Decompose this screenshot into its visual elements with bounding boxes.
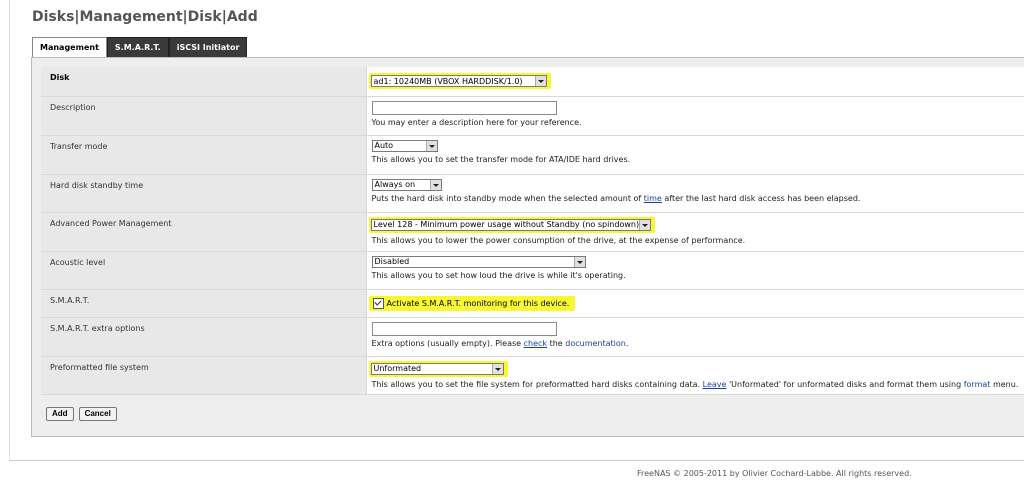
apm-help: This allows you to lower the power consu… <box>371 235 746 245</box>
filesystem-select-value: Unformated <box>373 364 422 373</box>
apm-select-value: Level 128 - Minimum power usage without … <box>373 220 640 229</box>
transfer-mode-select[interactable]: Auto <box>371 139 438 152</box>
add-button[interactable]: Add <box>46 407 74 421</box>
documentation-link[interactable]: documentation <box>565 339 626 348</box>
chevron-down-icon[interactable] <box>534 76 546 86</box>
form-buttons: Add Cancel <box>46 407 117 421</box>
smart-extra-input[interactable] <box>371 321 557 336</box>
row-smart: S.M.A.R.T. Activate S.M.A.R.T. monitorin… <box>41 289 1024 318</box>
row-acoustic: Acoustic level Disabled This allows you … <box>41 251 1024 290</box>
acoustic-help: This allows you to set how loud the driv… <box>371 270 626 280</box>
acoustic-select[interactable]: Disabled <box>371 255 586 268</box>
row-apm: Advanced Power Management Level 128 - Mi… <box>41 212 1024 252</box>
footer-copyright: FreeNAS © 2005-2011 by Olivier Cochard-L… <box>637 469 912 478</box>
description-label: Description <box>41 96 366 136</box>
standby-help-text: Puts the hard disk into standby mode whe… <box>371 193 644 203</box>
chevron-down-icon[interactable] <box>573 256 585 267</box>
tab-bar: Management S.M.A.R.T. iSCSI Initiator <box>32 37 248 58</box>
smart-extra-help-text: Extra options (usually empty). Please <box>371 338 524 348</box>
row-description: Description You may enter a description … <box>41 96 1024 136</box>
disk-select-value: ad1: 10240MB (VBOX HARDDISK/1.0) <box>373 76 523 86</box>
filesystem-help-mid: 'Unformated' for unformated disks and fo… <box>726 379 964 389</box>
row-smart-extra: S.M.A.R.T. extra options Extra options (… <box>41 317 1024 357</box>
tab-iscsi-initiator[interactable]: iSCSI Initiator <box>168 37 248 57</box>
standby-select-value: Always on <box>374 180 416 189</box>
smart-extra-label: S.M.A.R.T. extra options <box>41 317 366 357</box>
transfer-mode-label: Transfer mode <box>41 135 366 175</box>
filesystem-select[interactable]: Unformated <box>370 362 504 375</box>
main-content: Disks|Management|Disk|Add Management S.M… <box>0 0 1024 461</box>
tab-management[interactable]: Management <box>32 37 107 58</box>
row-disk: Disk ad1: 10240MB (VBOX HARDDISK/1.0) <box>41 67 1024 97</box>
disk-highlight: ad1: 10240MB (VBOX HARDDISK/1.0) <box>368 73 551 89</box>
apm-label: Advanced Power Management <box>41 212 366 252</box>
disk-add-form: Disk ad1: 10240MB (VBOX HARDDISK/1.0) De… <box>41 67 1024 395</box>
description-input[interactable] <box>371 100 557 115</box>
row-filesystem: Preformatted file system Unformated This… <box>41 356 1024 395</box>
standby-label: Hard disk standby time <box>41 174 366 213</box>
chevron-down-icon[interactable] <box>425 140 437 151</box>
standby-help-text-end: after the last hard disk access has been… <box>661 193 861 203</box>
page-title: Disks|Management|Disk|Add <box>32 9 258 25</box>
chevron-down-icon[interactable] <box>639 219 651 230</box>
transfer-mode-help: This allows you to set the transfer mode… <box>371 154 631 164</box>
tab-smart[interactable]: S.M.A.R.T. <box>106 37 169 57</box>
row-transfer-mode: Transfer mode Auto This allows you to se… <box>41 135 1024 175</box>
chevron-down-icon[interactable] <box>491 363 503 374</box>
smart-checkbox[interactable] <box>372 297 384 309</box>
apm-highlight: Level 128 - Minimum power usage without … <box>368 216 655 233</box>
filesystem-highlight: Unformated <box>368 360 508 377</box>
time-link[interactable]: time <box>644 194 662 203</box>
standby-help: Puts the hard disk into standby mode whe… <box>372 194 1024 203</box>
smart-extra-help-mid: the <box>547 338 566 348</box>
smart-highlight: Activate S.M.A.R.T. monitoring for this … <box>368 295 576 311</box>
filesystem-help: This allows you to set the file system f… <box>372 380 1024 389</box>
acoustic-label: Acoustic level <box>41 251 366 290</box>
description-help: You may enter a description here for you… <box>371 117 582 127</box>
filesystem-help-text: This allows you to set the file system f… <box>371 379 703 389</box>
smart-checkbox-label: Activate S.M.A.R.T. monitoring for this … <box>386 298 570 308</box>
cancel-button[interactable]: Cancel <box>78 407 117 421</box>
transfer-mode-select-value: Auto <box>374 141 394 150</box>
acoustic-select-value: Disabled <box>374 257 410 266</box>
chevron-down-icon[interactable] <box>429 179 441 190</box>
disk-select[interactable]: ad1: 10240MB (VBOX HARDDISK/1.0) <box>370 75 547 87</box>
smart-label: S.M.A.R.T. <box>41 289 366 318</box>
leave-link[interactable]: Leave <box>703 380 727 389</box>
filesystem-label: Preformatted file system <box>41 356 366 395</box>
check-link[interactable]: check <box>524 339 547 348</box>
row-standby: Hard disk standby time Always on Puts th… <box>41 174 1024 213</box>
filesystem-help-end: menu. <box>990 379 1019 389</box>
format-link[interactable]: format <box>964 380 991 389</box>
standby-select[interactable]: Always on <box>371 178 442 191</box>
smart-extra-help: Extra options (usually empty). Please ch… <box>372 339 1024 348</box>
disk-label: Disk <box>41 67 366 97</box>
apm-select[interactable]: Level 128 - Minimum power usage without … <box>370 218 651 231</box>
smart-extra-help-end: . <box>625 338 629 348</box>
